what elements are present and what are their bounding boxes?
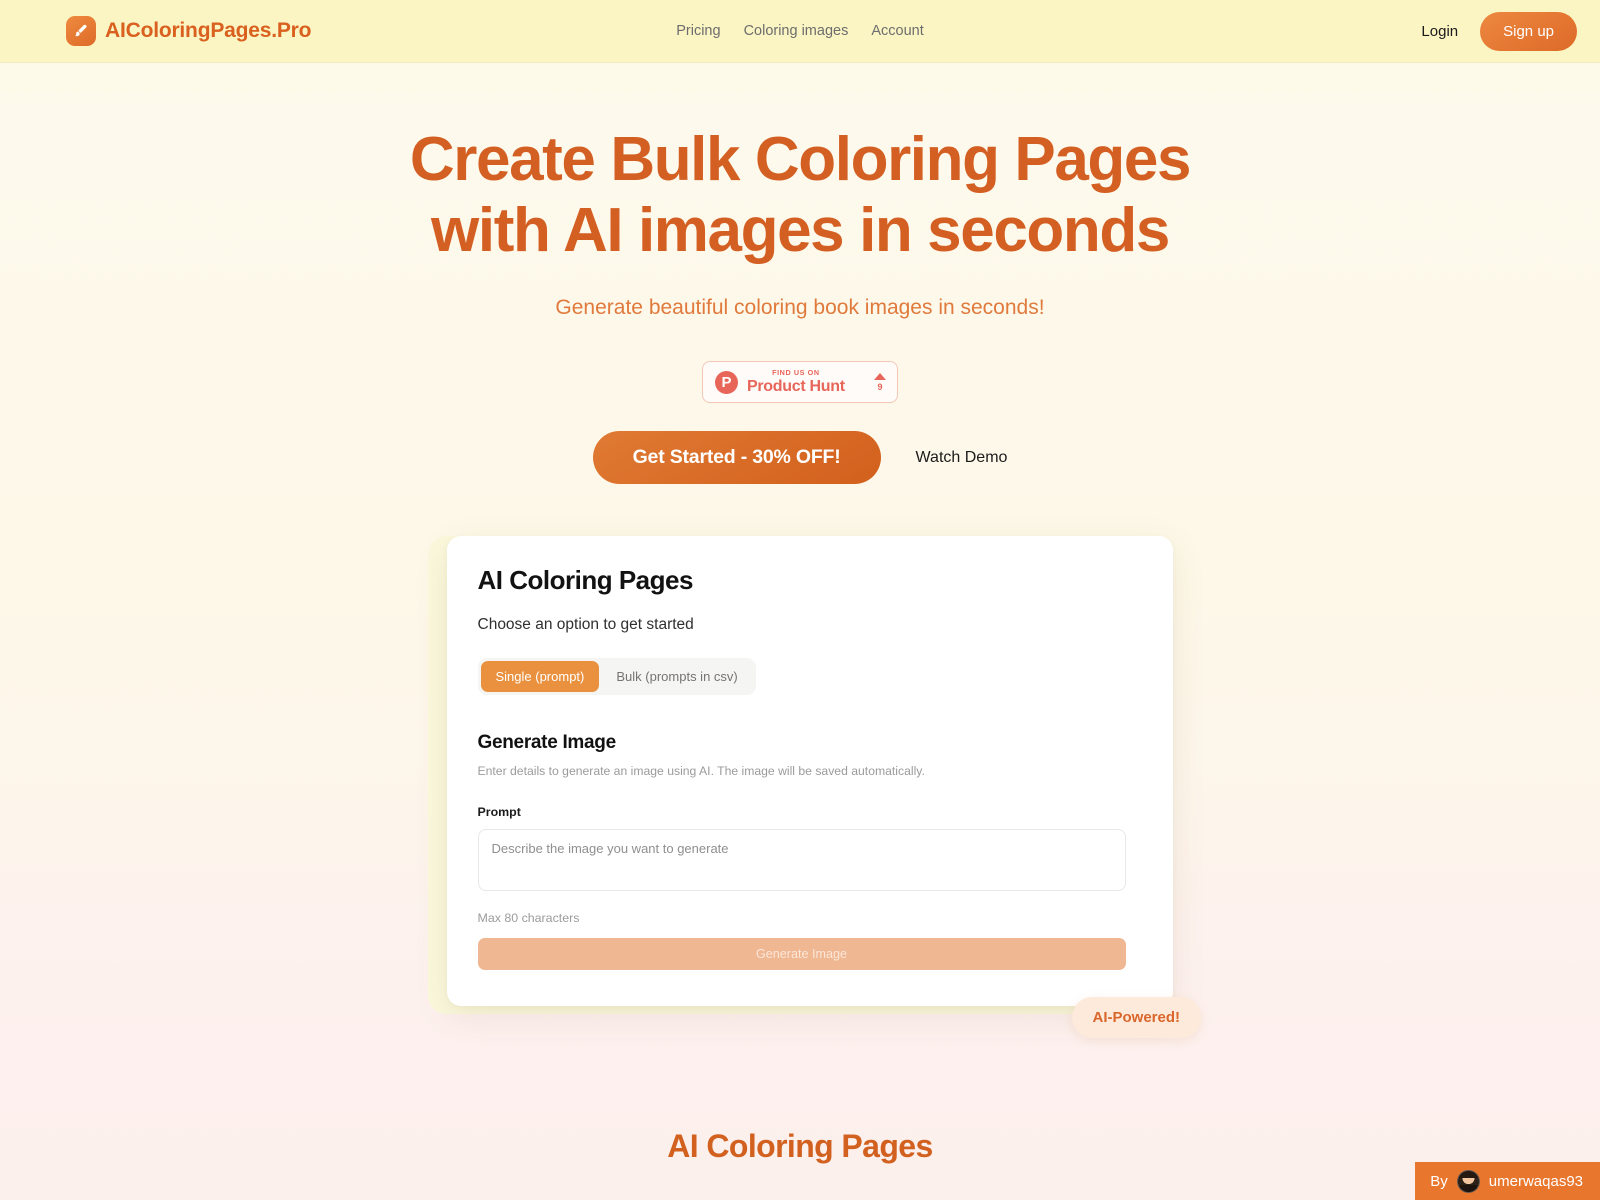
app-card-title: AI Coloring Pages <box>477 565 694 595</box>
product-hunt-icon: P <box>715 370 738 394</box>
ai-coloring-pages-card: AI Coloring Pages Choose an option to ge… <box>446 536 1173 1006</box>
built-by-username: umerwaqas93 <box>1488 1172 1583 1190</box>
nav-link-account[interactable]: Account <box>871 23 923 39</box>
generate-image-section: Generate Image Enter details to generate… <box>477 732 1142 970</box>
product-hunt-text: FIND US ON Product Hunt <box>747 369 845 394</box>
app-card-subtitle: Choose an option to get started <box>477 616 694 633</box>
nav-actions: Login Sign up <box>1421 11 1577 51</box>
product-hunt-wrap: P FIND US ON Product Hunt 9 <box>0 361 1600 403</box>
product-hunt-upvote[interactable]: 9 <box>874 372 886 392</box>
paintbrush-icon <box>66 16 96 46</box>
nav-link-pricing[interactable]: Pricing <box>676 23 720 39</box>
max-characters-hint: Max 80 characters <box>477 911 580 925</box>
product-hunt-label: Product Hunt <box>747 377 845 395</box>
hero-title-line-1: Create Bulk Coloring Pages <box>409 125 1192 194</box>
get-started-button[interactable]: Get Started - 30% OFF! <box>592 431 881 484</box>
prompt-input[interactable] <box>477 829 1126 891</box>
generate-image-heading: Generate Image <box>477 732 617 753</box>
hero-title-line-2: with AI images in seconds <box>431 196 1170 265</box>
generate-image-description: Enter details to generate an image using… <box>477 764 925 778</box>
app-preview-zone: AI Coloring Pages Choose an option to ge… <box>427 536 1202 1038</box>
page-title: Create Bulk Coloring Pages with AI image… <box>0 129 1600 262</box>
brand-logo-link[interactable]: AIColoringPages.Pro <box>66 16 311 46</box>
nav-link-coloring-images[interactable]: Coloring images <box>744 23 849 39</box>
tab-single-prompt[interactable]: Single (prompt) <box>480 661 600 692</box>
gallery-section-title: AI Coloring Pages <box>667 1128 933 1164</box>
watch-demo-button[interactable]: Watch Demo <box>916 449 1008 467</box>
prompt-label: Prompt <box>477 805 521 819</box>
upvote-triangle-icon <box>874 372 886 380</box>
built-by-prefix: By <box>1430 1172 1448 1190</box>
product-hunt-badge[interactable]: P FIND US ON Product Hunt 9 <box>702 361 898 403</box>
hero-cta-row: Get Started - 30% OFF! Watch Demo <box>0 431 1600 484</box>
product-hunt-kicker: FIND US ON <box>772 368 820 378</box>
upvote-count: 9 <box>877 381 883 392</box>
brand-name: AIColoringPages.Pro <box>105 19 312 42</box>
ai-powered-badge: AI-Powered! <box>1071 997 1202 1038</box>
generate-image-button[interactable]: Generate Image <box>477 938 1126 970</box>
login-link[interactable]: Login <box>1421 23 1458 40</box>
signup-button[interactable]: Sign up <box>1480 11 1577 51</box>
top-navbar: AIColoringPages.Pro Pricing Coloring ima… <box>0 0 1600 63</box>
hero-subtitle: Generate beautiful coloring book images … <box>555 296 1045 319</box>
avatar <box>1456 1169 1480 1193</box>
tab-bulk-csv[interactable]: Bulk (prompts in csv) <box>601 661 752 692</box>
hero-section: Create Bulk Coloring Pages with AI image… <box>0 63 1600 484</box>
mode-tab-group: Single (prompt) Bulk (prompts in csv) <box>477 658 756 695</box>
built-by-badge[interactable]: By umerwaqas93 <box>1415 1162 1600 1200</box>
